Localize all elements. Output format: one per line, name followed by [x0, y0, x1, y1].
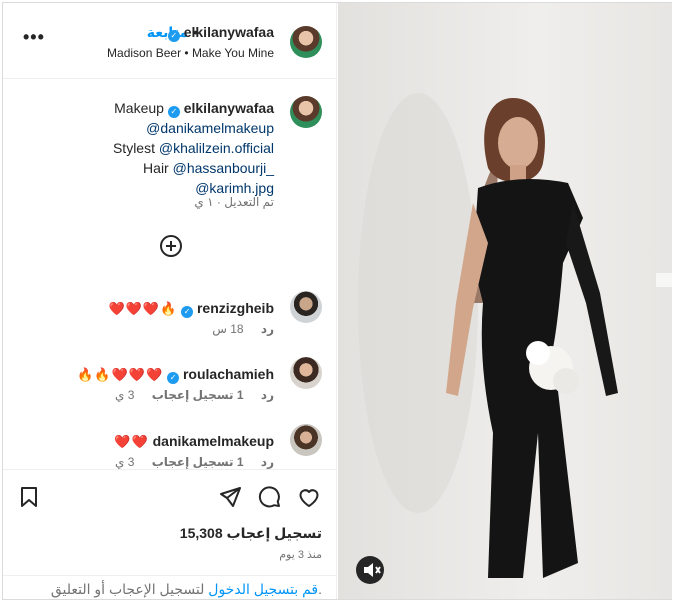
reply-button[interactable]: رد [261, 388, 274, 402]
commenter-avatar[interactable] [290, 357, 322, 389]
post-caption: Makeup ✓ elkilanywafaa @danikamelmakeup … [44, 98, 274, 198]
author-username[interactable]: ✓ elkilanywafaa [167, 24, 274, 42]
login-link[interactable]: قم بتسجيل الدخول [208, 581, 318, 597]
post-dialog: ••• متابعة • ✓ elkilanywafaa Madison Bee… [2, 2, 672, 600]
heart-outline-icon[interactable] [297, 485, 321, 509]
caption-label-makeup: Makeup [114, 100, 164, 116]
comment-item: ❤️❤️❤️🔥 ✓ renzizgheib رد 18 س [12, 291, 322, 352]
reply-button[interactable]: رد [261, 455, 274, 469]
verified-badge-icon: ✓ [167, 372, 180, 384]
mention-link[interactable]: @danikamelmakeup [146, 120, 274, 136]
verified-badge-icon: ✓ [167, 106, 180, 118]
caption-label-stylist: Stylest [112, 140, 155, 156]
comment-time: 18 س [212, 322, 244, 336]
comment-time: 3 ي [114, 388, 135, 402]
comment-meta: رد 1 تسجيل إعجاب 3 ي [115, 388, 274, 402]
comment-username[interactable]: roulachamieh [183, 366, 274, 382]
post-actions: 15,308 تسجيل إعجاب منذ 3 يوم قم بتسجيل ا… [3, 469, 336, 599]
comment-meta: رد 18 س [212, 322, 274, 336]
paper-plane-icon[interactable] [218, 485, 242, 509]
commenter-avatar[interactable] [290, 291, 322, 323]
caption-label-hair: Hair [143, 160, 169, 176]
post-time: منذ 3 يوم [279, 549, 322, 561]
post-header: ••• متابعة • ✓ elkilanywafaa Madison Bee… [3, 3, 336, 79]
post-details-panel: ••• متابعة • ✓ elkilanywafaa Madison Bee… [3, 3, 337, 599]
comment-username[interactable]: danikamelmakeup [153, 433, 274, 449]
comment-bubble-icon[interactable] [257, 485, 281, 509]
comment-text: ❤️❤️❤️🔥 [108, 301, 178, 316]
commenter-avatar[interactable] [290, 424, 322, 456]
comment-text: 🔥🔥❤️❤️❤️ [77, 367, 164, 382]
mention-link[interactable]: @khalilzein.official [159, 140, 274, 156]
caption-avatar[interactable] [290, 96, 322, 128]
comment-line: 🔥🔥❤️❤️❤️ ✓ roulachamieh [77, 366, 274, 384]
comment-line: ❤️❤️❤️🔥 ✓ renzizgheib [108, 300, 274, 318]
more-options-icon[interactable]: ••• [23, 27, 45, 48]
comment-text: ❤️❤️ [114, 434, 149, 449]
comment-meta: رد 1 تسجيل إعجاب 3 ي [115, 455, 274, 469]
speaker-muted-icon[interactable] [356, 556, 384, 584]
author-username-text: elkilanywafaa [183, 24, 274, 40]
comment-username[interactable]: renzizgheib [197, 300, 274, 316]
audio-track-link[interactable]: Madison Beer • Make You Mine [107, 46, 274, 60]
video-frame-image [338, 3, 672, 599]
mention-link[interactable]: @karimh.jpg [195, 180, 274, 196]
plus-circle-icon[interactable] [160, 235, 182, 257]
comment-line: ❤️❤️ danikamelmakeup [114, 433, 274, 450]
caption-username[interactable]: elkilanywafaa [184, 100, 274, 116]
edited-timestamp: تم التعديل · ١ ي [194, 195, 274, 209]
verified-badge-icon: ✓ [181, 306, 194, 318]
login-prompt: قم بتسجيل الدخول لتسجيل الإعجاب أو التعل… [3, 575, 336, 600]
bookmark-icon[interactable] [17, 485, 41, 509]
comment-likes[interactable]: 1 تسجيل إعجاب [152, 455, 244, 469]
comment-time: 3 ي [114, 455, 135, 469]
mention-link[interactable]: @hassanbourji_ [173, 160, 274, 176]
verified-badge-icon: ✓ [167, 30, 180, 42]
post-video[interactable] [338, 3, 672, 599]
likes-count[interactable]: 15,308 تسجيل إعجاب [180, 525, 322, 542]
reply-button[interactable]: رد [261, 322, 274, 336]
comment-likes[interactable]: 1 تسجيل إعجاب [152, 388, 244, 402]
author-avatar[interactable] [290, 26, 322, 58]
comment-item: 🔥🔥❤️❤️❤️ ✓ roulachamieh رد 1 تسجيل إعجاب… [12, 357, 322, 418]
